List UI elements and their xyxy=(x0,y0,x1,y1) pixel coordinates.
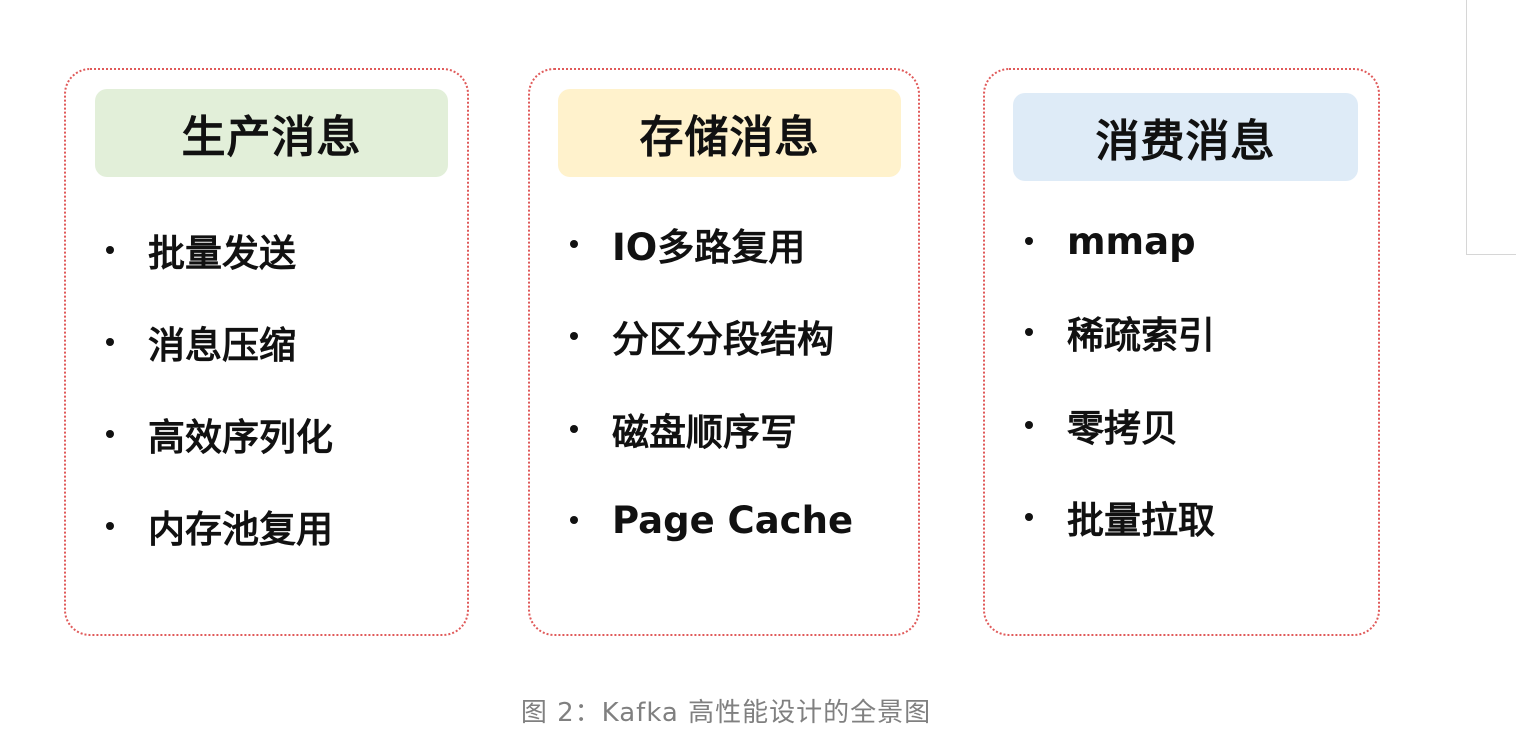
list-item: IO多路复用 xyxy=(570,219,908,269)
list-item-label: mmap xyxy=(1067,219,1196,263)
panel-title-produce: 生产消息 xyxy=(181,112,362,163)
panel-consume: 消费消息 mmap 稀疏索引 零拷贝 批量拉取 xyxy=(983,68,1380,636)
bullet-icon xyxy=(1025,328,1033,336)
list-item-label: 内存池复用 xyxy=(148,508,333,551)
panel-header-consume: 消费消息 xyxy=(1013,93,1358,181)
list-item: 内存池复用 xyxy=(106,501,457,551)
panel-header-store: 存储消息 xyxy=(558,89,901,177)
list-item-label: 稀疏索引 xyxy=(1067,314,1215,357)
list-item-label: 批量拉取 xyxy=(1067,499,1215,542)
panel-title-consume: 消费消息 xyxy=(1095,116,1276,167)
panel-produce: 生产消息 批量发送 消息压缩 高效序列化 内存池复用 xyxy=(64,68,469,636)
list-item: 分区分段结构 xyxy=(570,311,908,361)
bullet-icon xyxy=(106,338,114,346)
bullet-icon xyxy=(570,332,578,340)
list-item-label: 批量发送 xyxy=(148,232,296,275)
bullet-icon xyxy=(570,240,578,248)
bullet-icon xyxy=(1025,237,1033,245)
list-item: 稀疏索引 xyxy=(1025,307,1368,357)
list-item-label: Page Cache xyxy=(612,498,854,542)
list-item-label: 消息压缩 xyxy=(148,324,296,367)
list-item: 零拷贝 xyxy=(1025,400,1368,450)
panel-store: 存储消息 IO多路复用 分区分段结构 磁盘顺序写 Page Cache xyxy=(528,68,920,636)
list-item: 批量拉取 xyxy=(1025,492,1368,542)
bullet-icon xyxy=(106,430,114,438)
bullet-icon xyxy=(1025,513,1033,521)
bullet-icon xyxy=(570,516,578,524)
list-item: mmap xyxy=(1025,216,1368,266)
panel-title-store: 存储消息 xyxy=(639,112,820,163)
list-item: 高效序列化 xyxy=(106,409,457,459)
bullet-icon xyxy=(570,425,578,433)
side-frame xyxy=(1466,0,1516,255)
list-item-label: 零拷贝 xyxy=(1067,407,1178,450)
bullet-icon xyxy=(106,522,114,530)
list-item: 磁盘顺序写 xyxy=(570,404,908,454)
list-item-label: IO多路复用 xyxy=(612,226,806,269)
list-item: 消息压缩 xyxy=(106,317,457,367)
list-item: 批量发送 xyxy=(106,225,457,275)
list-item-label: 高效序列化 xyxy=(148,416,333,459)
bullet-icon xyxy=(106,246,114,254)
bullet-icon xyxy=(1025,421,1033,429)
list-item-label: 分区分段结构 xyxy=(612,318,834,361)
panel-header-produce: 生产消息 xyxy=(95,89,448,177)
figure-caption: 图 2：Kafka 高性能设计的全景图 xyxy=(520,698,932,728)
list-item: Page Cache xyxy=(570,495,908,545)
list-item-label: 磁盘顺序写 xyxy=(612,411,797,454)
